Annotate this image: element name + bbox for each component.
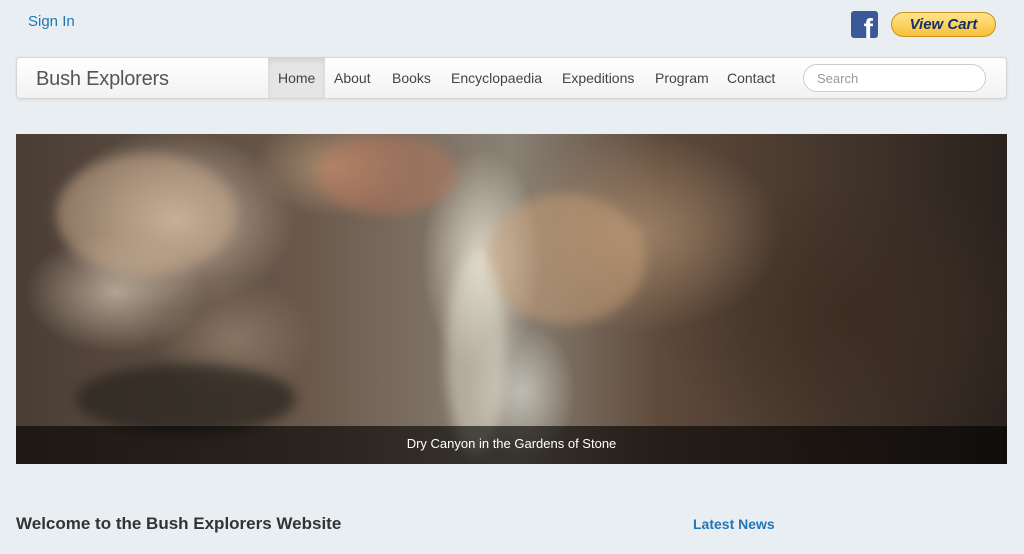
- welcome-heading: Welcome to the Bush Explorers Website: [16, 514, 342, 533]
- latest-news-heading: Latest News: [693, 516, 775, 532]
- hero-caption: Dry Canyon in the Gardens of Stone: [16, 426, 1007, 464]
- nav-encyclopaedia[interactable]: Encyclopaedia: [441, 58, 552, 98]
- site-brand[interactable]: Bush Explorers: [36, 68, 169, 91]
- facebook-icon[interactable]: f: [851, 11, 878, 38]
- nav-books[interactable]: Books: [382, 58, 441, 98]
- hero-image: Dry Canyon in the Gardens of Stone: [16, 134, 1007, 464]
- nav-program[interactable]: Program: [645, 58, 719, 98]
- view-cart-button[interactable]: View Cart: [891, 12, 996, 37]
- search-input[interactable]: [803, 64, 986, 92]
- nav-expeditions[interactable]: Expeditions: [552, 58, 644, 98]
- navbar: Bush Explorers Home About Books Encyclop…: [16, 57, 1007, 99]
- nav-home[interactable]: Home: [268, 58, 326, 98]
- nav-about[interactable]: About: [324, 58, 381, 98]
- nav-contact[interactable]: Contact: [717, 58, 785, 98]
- sign-in-link[interactable]: Sign In: [28, 13, 75, 30]
